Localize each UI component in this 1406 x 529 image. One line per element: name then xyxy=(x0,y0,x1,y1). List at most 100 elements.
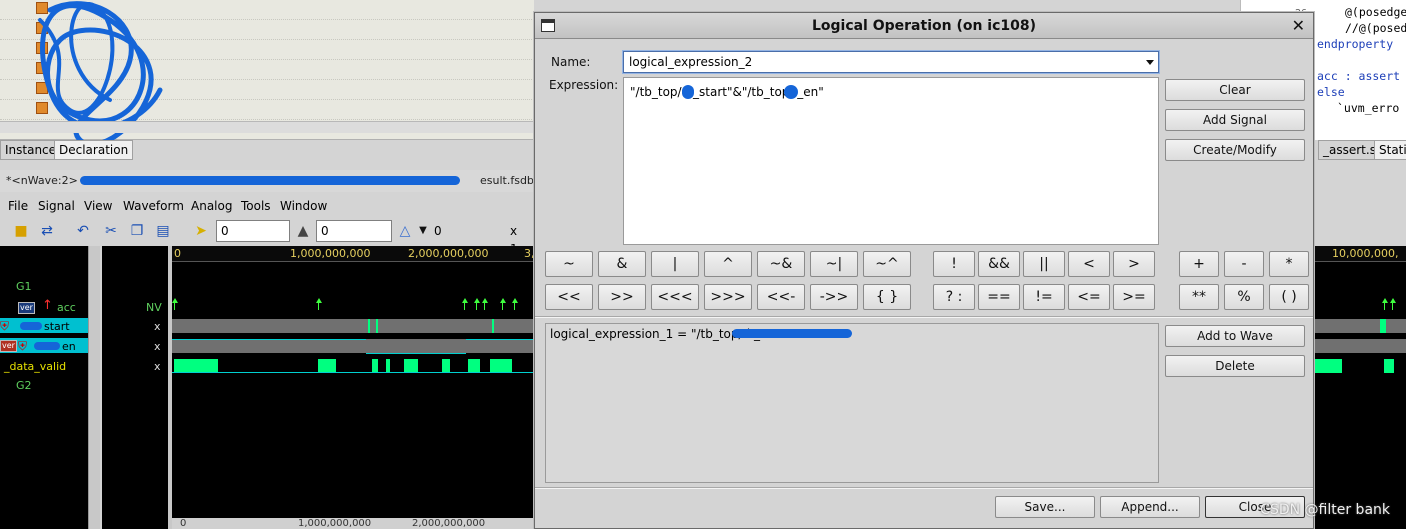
reload-icon[interactable]: ⇄ xyxy=(38,222,56,240)
wave-row-start[interactable] xyxy=(1314,319,1406,333)
copy-icon[interactable]: ❐ xyxy=(128,222,146,240)
op-button-not[interactable]: ! xyxy=(933,251,975,277)
wave-row-start[interactable] xyxy=(172,319,534,333)
menu-signal[interactable]: Signal xyxy=(38,196,75,216)
value-acc: NV xyxy=(146,301,162,314)
op-button-equal[interactable]: == xyxy=(978,284,1020,310)
chevron-down-icon[interactable] xyxy=(1146,60,1154,65)
append-button[interactable]: Append... xyxy=(1100,496,1200,518)
signal-pane-scrollbar[interactable] xyxy=(88,246,100,529)
op-button-greater-equal[interactable]: >= xyxy=(1113,284,1155,310)
code-line: `uvm_erro xyxy=(1337,101,1400,115)
op-button-greater[interactable]: > xyxy=(1113,251,1155,277)
waveform-pane-right[interactable]: 10,000,000, xyxy=(1314,246,1406,529)
tab-statistics[interactable]: Statis xyxy=(1374,140,1406,160)
op-button-logical-and[interactable]: && xyxy=(978,251,1020,277)
marker-time-input[interactable]: 0 xyxy=(316,220,392,242)
op-button-logical-or[interactable]: || xyxy=(1023,251,1065,277)
op-button-nand[interactable]: ~& xyxy=(757,251,805,277)
shield-icon: ⛨ xyxy=(18,339,28,353)
menu-file[interactable]: File xyxy=(8,196,28,216)
clear-button[interactable]: Clear xyxy=(1165,79,1305,101)
op-button-xnor[interactable]: ~^ xyxy=(863,251,911,277)
nwave-toolbar: ■ ⇄ ↶ ✂ ❐ ▤ ➤ 0 ▲ 0 △ ▼ 0 x 1p xyxy=(0,218,534,256)
delete-button[interactable]: Delete xyxy=(1165,355,1305,377)
signal-acc[interactable]: acc xyxy=(57,301,76,315)
op-button-xor[interactable]: ^ xyxy=(704,251,752,277)
create-modify-button[interactable]: Create/Modify xyxy=(1165,139,1305,161)
op-button-stream-left[interactable]: <<- xyxy=(757,284,805,310)
chevron-down-icon[interactable]: ▼ xyxy=(414,222,432,240)
separator xyxy=(535,316,1313,318)
add-to-wave-button[interactable]: Add to Wave xyxy=(1165,325,1305,347)
op-button-shl[interactable]: << xyxy=(545,284,593,310)
marker-icon[interactable]: ▲ xyxy=(294,222,312,240)
save-button[interactable]: Save... xyxy=(995,496,1095,518)
list-item[interactable]: logical_expression_1 = "/tb_top/d _en" xyxy=(550,326,1154,342)
transition-mark xyxy=(376,319,378,333)
menu-window[interactable]: Window xyxy=(280,196,327,216)
wave-row-en[interactable] xyxy=(172,339,534,353)
close-icon[interactable]: ✕ xyxy=(1292,15,1305,37)
op-button-shr[interactable]: >> xyxy=(598,284,646,310)
undo-icon[interactable]: ↶ xyxy=(74,222,92,240)
cursor-time-input[interactable]: 0 xyxy=(216,220,290,242)
wave-row-en[interactable] xyxy=(1314,339,1406,353)
edge-marker xyxy=(512,298,518,303)
op-button-not-equal[interactable]: != xyxy=(1023,284,1065,310)
op-button-nor[interactable]: ~| xyxy=(810,251,858,277)
edge-marker xyxy=(1384,302,1385,310)
add-signal-button[interactable]: Add Signal xyxy=(1165,109,1305,131)
group-g1[interactable]: G1 xyxy=(16,280,32,294)
wave-level-line xyxy=(172,339,366,340)
edge-marker xyxy=(474,298,480,303)
signal-start[interactable]: start xyxy=(44,320,70,334)
op-button-stream-right[interactable]: ->> xyxy=(810,284,858,310)
dialog-titlebar[interactable]: Logical Operation (on ic108) ✕ xyxy=(535,13,1313,39)
op-button-bitnot[interactable]: ~ xyxy=(545,251,593,277)
signal-data-valid[interactable]: _data_valid xyxy=(4,360,66,374)
op-button-parens[interactable]: ( ) xyxy=(1269,284,1309,310)
open-folder-icon[interactable]: ■ xyxy=(12,222,30,240)
nwave-title-text: *<nWave:2> xyxy=(6,174,78,187)
op-button-multiply[interactable]: * xyxy=(1269,251,1309,277)
op-button-modulo[interactable]: % xyxy=(1224,284,1264,310)
data-burst xyxy=(1314,359,1342,373)
expression-list[interactable]: logical_expression_1 = "/tb_top/d _en" xyxy=(545,323,1159,483)
group-g2[interactable]: G2 xyxy=(16,379,32,393)
op-button-and[interactable]: & xyxy=(598,251,646,277)
tab-declaration[interactable]: Declaration xyxy=(54,140,134,160)
redaction-mark xyxy=(732,329,852,338)
paste-icon[interactable]: ▤ xyxy=(154,222,172,240)
tab-instance[interactable]: Instance xyxy=(0,140,62,160)
op-button-less-equal[interactable]: <= xyxy=(1068,284,1110,310)
tree-horizontal-scrollbar[interactable] xyxy=(0,121,534,133)
op-button-ashl[interactable]: <<< xyxy=(651,284,699,310)
redaction-mark xyxy=(80,176,460,185)
op-button-power[interactable]: ** xyxy=(1179,284,1219,310)
menu-waveform[interactable]: Waveform xyxy=(123,196,184,216)
expression-label: Expression: xyxy=(549,78,619,92)
op-button-ternary[interactable]: ? : xyxy=(933,284,975,310)
op-button-minus[interactable]: - xyxy=(1224,251,1264,277)
menu-tools[interactable]: Tools xyxy=(241,196,271,216)
data-burst xyxy=(372,359,378,373)
op-button-less[interactable]: < xyxy=(1068,251,1110,277)
cursor-pointer-icon[interactable]: ➤ xyxy=(192,222,210,240)
op-button-or[interactable]: | xyxy=(651,251,699,277)
wave-level-line xyxy=(466,339,534,340)
data-burst xyxy=(386,359,390,373)
cut-icon[interactable]: ✂ xyxy=(102,222,120,240)
menu-view[interactable]: View xyxy=(84,196,112,216)
value-data-valid: x xyxy=(154,360,161,373)
op-button-concat[interactable]: { } xyxy=(863,284,911,310)
name-combobox[interactable]: logical_expression_2 xyxy=(622,50,1160,74)
signal-en[interactable]: en xyxy=(62,340,76,354)
delta-icon[interactable]: △ xyxy=(396,222,414,240)
vari-badge: ver xyxy=(0,340,17,352)
op-button-plus[interactable]: + xyxy=(1179,251,1219,277)
waveform-pane[interactable]: 0 1,000,000,000 2,000,000,000 3, xyxy=(172,246,534,529)
expression-textarea[interactable]: "/tb_top/d _start"&"/tb_top/ _en" xyxy=(623,77,1159,245)
menu-analog[interactable]: Analog xyxy=(191,196,232,216)
op-button-ashr[interactable]: >>> xyxy=(704,284,752,310)
